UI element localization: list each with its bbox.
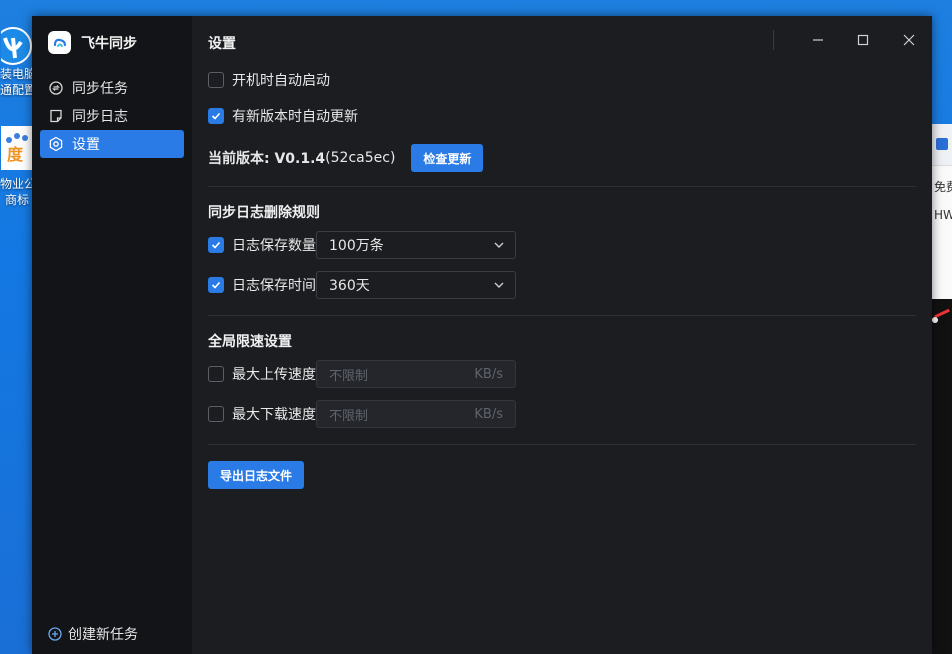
section-divider [208, 186, 916, 187]
autoupdate-checkbox[interactable] [208, 108, 224, 124]
download-speed-placeholder: 不限制 [329, 408, 369, 424]
autostart-option[interactable]: 开机时自动启动 [208, 70, 916, 90]
download-speed-input[interactable]: 不限制 KB/s [316, 400, 516, 428]
sidebar-item-settings[interactable]: 设置 [40, 130, 184, 158]
sidebar-item-sync-tasks[interactable]: 同步任务 [40, 74, 184, 102]
section-divider [208, 315, 916, 316]
sync-icon [49, 81, 63, 95]
sidebar-item-label: 同步任务 [72, 81, 128, 97]
create-task-label: 创建新任务 [68, 627, 138, 643]
check-icon [211, 112, 221, 120]
background-tab-bar [932, 124, 952, 166]
gear-icon [49, 136, 63, 152]
desktop-icon-label: 装电脑 [0, 67, 34, 81]
upload-limit-checkbox[interactable] [208, 366, 224, 382]
sidebar: 飞牛同步 同步任务 同步日志 设置 创建新任务 [32, 16, 192, 654]
create-task-button[interactable]: 创建新任务 [48, 624, 138, 644]
check-icon [211, 281, 221, 289]
background-text: 免费 [934, 180, 952, 194]
download-limit-label: 最大下载速度 [232, 407, 316, 423]
upload-speed-unit: KB/s [474, 366, 503, 382]
desktop-app-icon [0, 24, 33, 66]
sidebar-item-label: 设置 [72, 137, 100, 153]
background-dot [932, 317, 938, 323]
sidebar-item-sync-log[interactable]: 同步日志 [40, 102, 184, 130]
plus-circle-icon [48, 627, 62, 641]
background-dark-panel [932, 299, 952, 654]
settings-content: 设置 开机时自动启动 有新版本时自动更新 当前版本: V0.1.4 (52ca5… [208, 34, 916, 489]
desktop-icon-1[interactable]: 装电脑 通配置 [0, 24, 34, 98]
version-row: 当前版本: V0.1.4 (52ca5ec) 检查更新 [208, 144, 916, 172]
background-window: 免费 HWI [932, 124, 952, 654]
log-icon [50, 109, 62, 123]
download-limit-checkbox[interactable] [208, 406, 224, 422]
app-window: 飞牛同步 同步任务 同步日志 设置 创建新任务 设置 开机时自动启动 有新版本时… [32, 16, 932, 654]
brand: 飞牛同步 [48, 31, 137, 54]
app-logo-icon [48, 31, 71, 54]
autoupdate-option[interactable]: 有新版本时自动更新 [208, 106, 916, 126]
background-checkbox [936, 138, 948, 150]
sidebar-nav: 同步任务 同步日志 设置 [40, 74, 184, 158]
page-title: 设置 [208, 36, 236, 52]
sidebar-item-label: 同步日志 [72, 109, 128, 125]
upload-limit-option: 最大上传速度 不限制 KB/s [208, 360, 916, 388]
desktop-icon-label: 商标 [4, 193, 29, 207]
app-name: 飞牛同步 [81, 35, 137, 52]
speed-limit-title: 全局限速设置 [208, 334, 292, 350]
upload-speed-input[interactable]: 不限制 KB/s [316, 360, 516, 388]
desktop-icon-label: 通配置 [0, 83, 34, 97]
chevron-down-icon [494, 282, 504, 288]
log-count-select[interactable]: 100万条 [316, 231, 516, 259]
background-text: HWI [934, 208, 952, 222]
autostart-checkbox[interactable] [208, 72, 224, 88]
log-rule-title: 同步日志删除规则 [208, 205, 320, 221]
svg-text:度: 度 [7, 145, 24, 164]
log-time-value: 360天 [329, 278, 370, 294]
desktop-icon-2[interactable]: 度 物业公 商标 [0, 124, 34, 208]
upload-limit-label: 最大上传速度 [232, 367, 316, 383]
upload-speed-placeholder: 不限制 [329, 368, 369, 384]
download-speed-unit: KB/s [474, 406, 503, 422]
log-count-label: 日志保存数量 [232, 238, 316, 254]
export-log-button[interactable]: 导出日志文件 [208, 461, 304, 489]
log-time-checkbox[interactable] [208, 277, 224, 293]
log-time-label: 日志保存时间 [232, 278, 316, 294]
desktop-icon-label: 物业公 [0, 177, 34, 191]
baidu-app-icon: 度 [1, 124, 33, 176]
log-time-select[interactable]: 360天 [316, 271, 516, 299]
log-count-option: 日志保存数量 100万条 [208, 231, 916, 259]
download-limit-option: 最大下载速度 不限制 KB/s [208, 400, 916, 428]
main-panel: 设置 开机时自动启动 有新版本时自动更新 当前版本: V0.1.4 (52ca5… [192, 16, 932, 654]
check-update-button[interactable]: 检查更新 [411, 144, 484, 172]
chevron-down-icon [494, 242, 504, 248]
check-icon [211, 241, 221, 249]
log-count-value: 100万条 [329, 238, 384, 254]
autoupdate-label: 有新版本时自动更新 [232, 109, 358, 125]
version-label: 当前版本: V0.1.4 [208, 151, 326, 167]
version-hash: (52ca5ec) [325, 150, 396, 166]
autostart-label: 开机时自动启动 [232, 73, 330, 89]
log-time-option: 日志保存时间 360天 [208, 271, 916, 299]
section-divider [208, 444, 916, 445]
log-count-checkbox[interactable] [208, 237, 224, 253]
